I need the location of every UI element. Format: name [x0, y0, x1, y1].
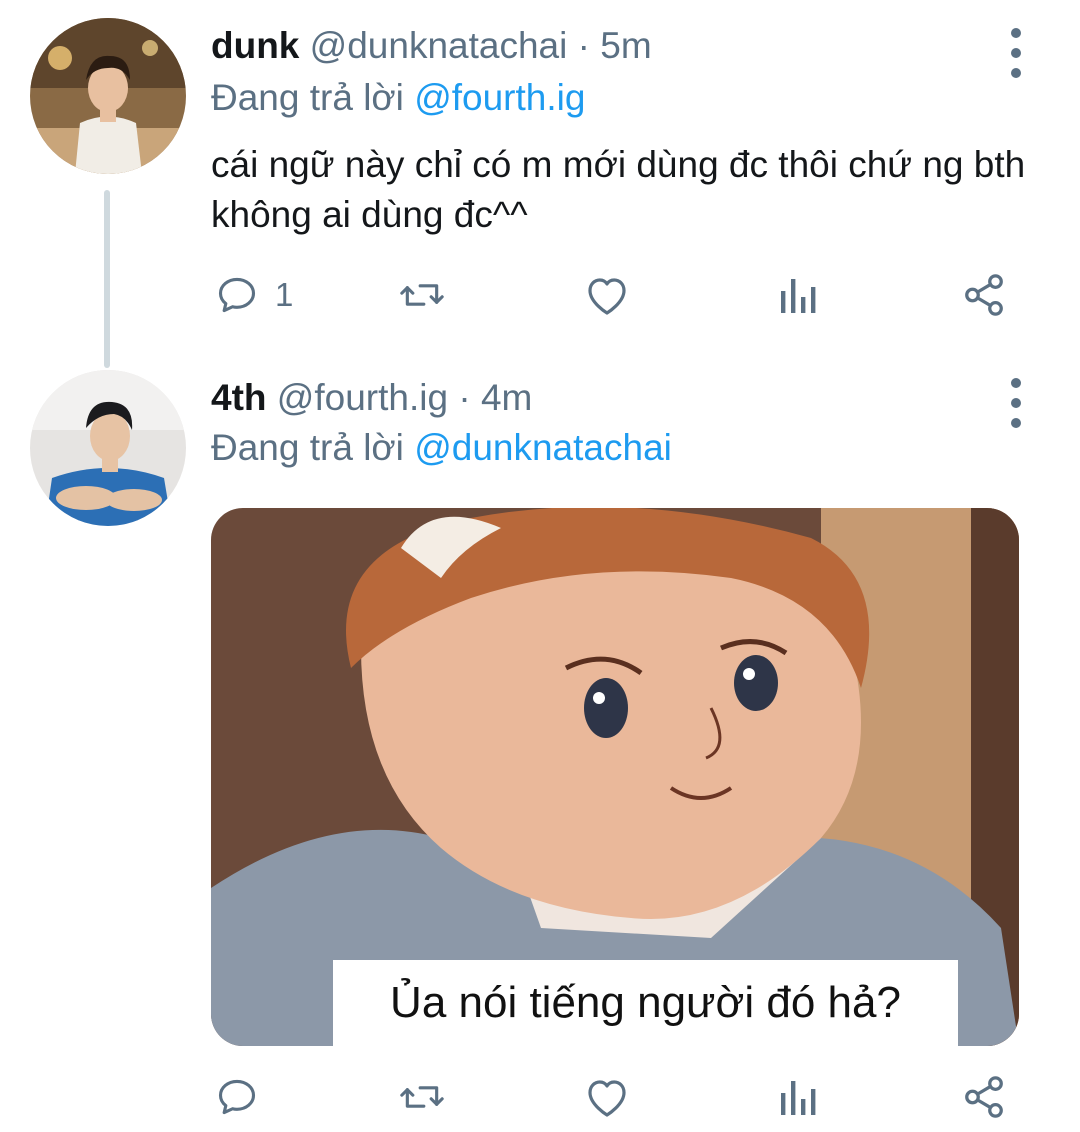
reply-mention-link[interactable]: @fourth.ig	[414, 77, 585, 118]
user-handle[interactable]: @fourth.ig	[277, 377, 448, 418]
tweet-timestamp[interactable]: 4m	[481, 377, 532, 418]
reply-button[interactable]	[215, 1072, 275, 1122]
retweet-button[interactable]	[397, 270, 447, 320]
reply-button[interactable]: 1	[215, 270, 293, 320]
retweet-icon	[400, 284, 444, 306]
share-icon	[965, 274, 1003, 316]
replying-to-line: Đang trả lời @fourth.ig	[211, 76, 585, 120]
reply-icon	[218, 1079, 256, 1115]
like-icon	[588, 1080, 626, 1117]
share-icon	[965, 1076, 1003, 1118]
avatar[interactable]	[30, 18, 186, 174]
like-icon	[588, 278, 626, 315]
user-handle[interactable]: @dunknatachai	[310, 25, 568, 66]
retweet-icon	[400, 1086, 444, 1108]
share-button[interactable]	[961, 1072, 1007, 1122]
avatar[interactable]	[30, 370, 186, 526]
retweet-button[interactable]	[397, 1072, 447, 1122]
analytics-icon	[781, 279, 816, 313]
replying-to-label: Đang trả lời	[211, 77, 415, 118]
tweet-timestamp[interactable]: 5m	[600, 25, 651, 66]
reply-icon	[218, 277, 256, 313]
thread-connector-line	[104, 190, 110, 368]
tweet-header: 4th @fourth.ig · 4m	[211, 376, 532, 420]
tweet-actions-bar	[211, 1072, 1031, 1122]
display-name[interactable]: dunk	[211, 25, 299, 66]
more-options-icon[interactable]	[1000, 28, 1032, 78]
media-caption: Ủa nói tiếng người đó hả?	[333, 960, 958, 1046]
tweet-actions-bar: 1	[211, 270, 1031, 320]
analytics-button[interactable]	[777, 270, 817, 320]
share-button[interactable]	[961, 270, 1007, 320]
reply-count: 1	[275, 276, 294, 313]
avatar-image	[30, 18, 186, 174]
tweet-media-image[interactable]: Ủa nói tiếng người đó hả?	[211, 508, 1019, 1046]
more-options-icon[interactable]	[1000, 378, 1032, 428]
analytics-button[interactable]	[777, 1072, 817, 1122]
avatar-image	[30, 370, 186, 526]
header-separator: ·	[448, 377, 481, 418]
header-separator: ·	[567, 25, 601, 66]
reply-mention-link[interactable]: @dunknatachai	[414, 427, 672, 468]
like-button[interactable]	[583, 1072, 631, 1122]
replying-to-line: Đang trả lời @dunknatachai	[211, 426, 672, 470]
display-name[interactable]: 4th	[211, 377, 267, 418]
tweet-header: dunk @dunknatachai · 5m	[211, 24, 652, 68]
analytics-icon	[781, 1081, 816, 1115]
like-button[interactable]	[583, 270, 631, 320]
replying-to-label: Đang trả lời	[211, 427, 415, 468]
tweet-text: cái ngữ này chỉ có m mới dùng đc thôi ch…	[211, 144, 1026, 235]
